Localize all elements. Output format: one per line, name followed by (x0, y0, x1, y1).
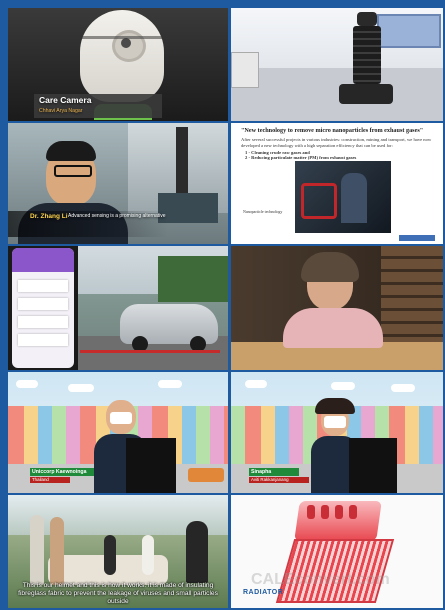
lab-poster (377, 14, 441, 48)
robot-band (82, 36, 162, 39)
instrument-column (353, 26, 381, 84)
machine-red-frame (301, 183, 337, 219)
person-standing-1 (30, 515, 44, 585)
speaker-top-pink (283, 308, 383, 348)
phone-list-item-2[interactable] (18, 298, 68, 310)
lower-third-name: Uniccorp Kaewnoinga (32, 469, 87, 475)
engine-port (321, 505, 329, 519)
doc-title: "New technology to remove micro nanopart… (241, 127, 424, 134)
presenter-hair (315, 398, 355, 414)
watermark: CALEconvert.com (251, 571, 390, 588)
cloud (68, 384, 94, 392)
lab-bench (231, 68, 443, 121)
phone-list-item-3[interactable] (18, 316, 68, 328)
cartoon-truck (188, 468, 224, 482)
doc-footer-bar (399, 235, 435, 241)
video-tile-presenter-2[interactable]: Sinapha Aviti Rakkanjanang (231, 372, 443, 493)
video-progress-bar[interactable] (80, 350, 220, 353)
caption-subtitle: Chhavi Arya Nagar (39, 108, 83, 114)
instrument-base (339, 84, 393, 104)
video-tile-remote-speaker[interactable] (231, 246, 443, 370)
doc-body: After several successful projects in var… (241, 137, 432, 148)
caption-name: Dr. Zhang Li (30, 213, 68, 220)
speaker-hair (46, 141, 96, 161)
video-subtitle: This is our helmet and this is how it wo… (18, 582, 218, 605)
lower-third-sub: Aviti Rakkanjanang (251, 477, 289, 482)
engine-port (349, 505, 357, 519)
video-tile-interview[interactable]: Dr. Zhang Li Advanced sensing is a promi… (8, 123, 228, 244)
video-tile-care-camera[interactable]: Care Camera Chhavi Arya Nagar (8, 8, 228, 121)
cloud (16, 380, 38, 388)
video-tile-radiator[interactable]: RADIATOR CALEconvert.com (231, 495, 443, 608)
doc-side-caption: Nanoparticle technology (243, 209, 283, 214)
caption-title: Care Camera (39, 95, 92, 105)
person-standing-3 (186, 521, 208, 583)
cloud (331, 382, 355, 390)
speaker-hair-2 (301, 252, 359, 282)
video-tile-lab-instrument[interactable] (231, 8, 443, 121)
robot-lens (121, 38, 131, 48)
street-trees (158, 256, 228, 302)
video-tile-app-demo[interactable] (8, 246, 228, 370)
lower-third-name: Sinapha (251, 469, 272, 475)
person-seated-2 (142, 535, 154, 575)
lower-third-sub: Thailand (32, 477, 49, 482)
phone-app-header (12, 248, 74, 272)
cloud (158, 380, 182, 388)
person-seated-1 (104, 535, 116, 575)
phone-list-item-4[interactable] (18, 334, 68, 346)
face-mask (324, 416, 346, 428)
engine-port (335, 505, 343, 519)
worker-figure (341, 173, 367, 223)
person-standing-2 (50, 517, 64, 585)
doc-item-2: 2 - Reducing particulate matter (PM) fro… (245, 155, 357, 160)
instrument-top (357, 12, 377, 26)
lab-microwave (231, 52, 259, 88)
video-tile-helmet-demo[interactable]: This is our helmet and this is how it wo… (8, 495, 228, 608)
caption-line: Advanced sensing is a promising alternat… (68, 213, 166, 219)
video-tile-document[interactable]: "New technology to remove micro nanopart… (231, 123, 443, 244)
brand-label: RADIATOR (243, 589, 284, 596)
podium (349, 438, 397, 493)
video-tile-presenter-1[interactable]: Uniccorp Kaewnoinga Thailand (8, 372, 228, 493)
speaker-glasses (54, 165, 92, 177)
podium (126, 438, 176, 493)
phone-list-item-1[interactable] (18, 280, 68, 292)
engine-port (307, 505, 315, 519)
cloud (391, 384, 415, 392)
face-mask (110, 412, 132, 424)
cloud (245, 380, 267, 388)
